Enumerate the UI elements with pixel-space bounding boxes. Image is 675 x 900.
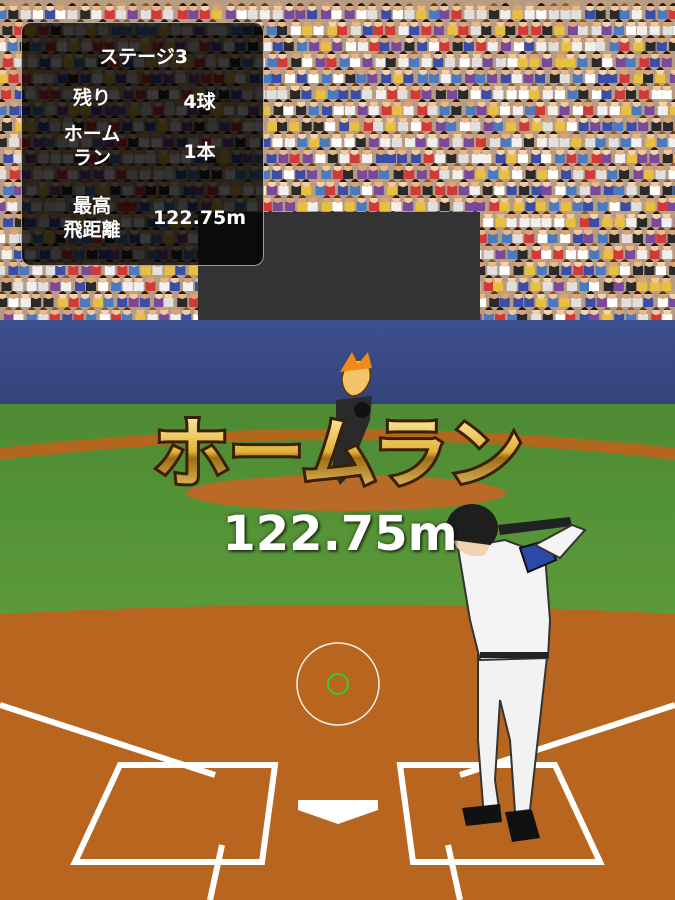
- remaining-label: 残り: [72, 87, 111, 109]
- best-distance-value: 122.75m: [152, 207, 247, 229]
- stats-panel: ステージ3 残り 4球 ホーム ラン 1本 最高 飛距離 122.75m: [21, 22, 264, 266]
- best-distance-label-line2: 飛距離: [63, 219, 121, 241]
- homerun-value: 1本: [183, 141, 216, 163]
- best-distance-label-line1: 最高: [72, 195, 111, 217]
- homerun-label-line1: ホーム: [63, 123, 121, 145]
- homerun-label-line2: ラン: [72, 147, 111, 169]
- stage-label: ステージ3: [99, 46, 188, 68]
- remaining-value: 4球: [183, 91, 216, 113]
- game-scene[interactable]: ステージ3 残り 4球 ホーム ラン 1本 最高 飛距離 122.75m ホーム…: [0, 0, 675, 900]
- result-distance: 122.75m: [222, 506, 458, 562]
- infield-dirt: [0, 614, 675, 900]
- outfield-wall: [0, 320, 675, 406]
